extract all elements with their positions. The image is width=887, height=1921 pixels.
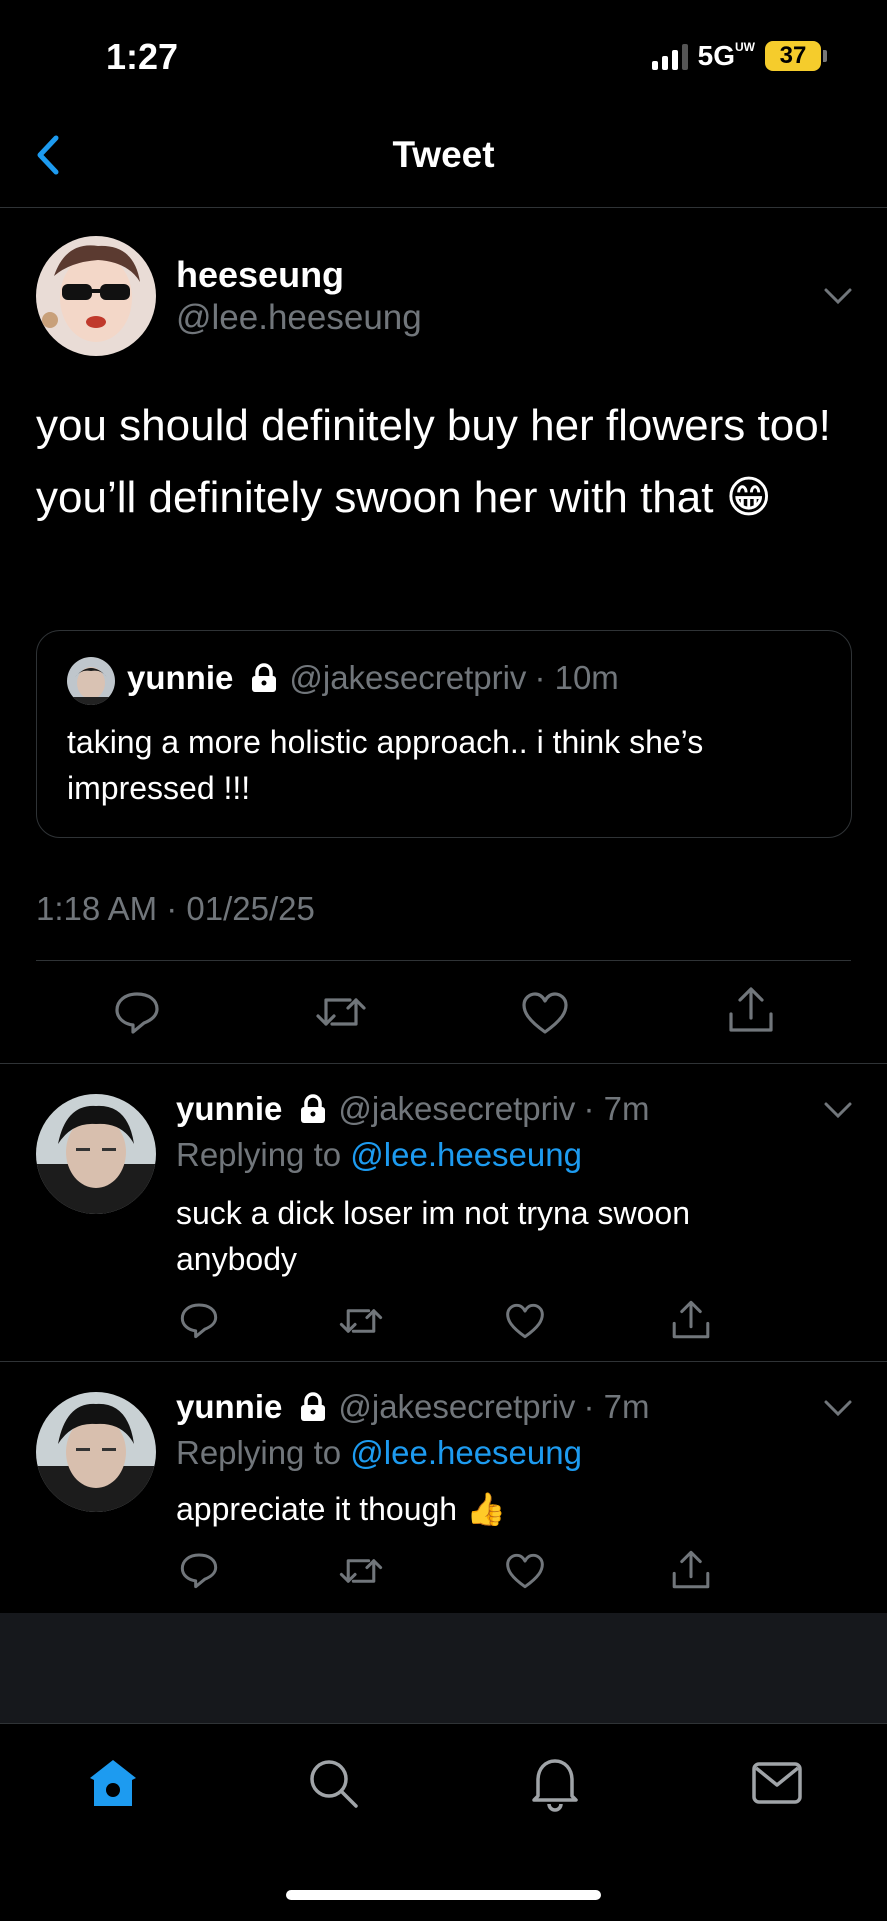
retweet-button[interactable] [338,1302,384,1345]
reply-author-handle[interactable]: @jakesecretpriv [338,1388,575,1426]
retweet-icon [316,998,366,1026]
avatar [67,657,115,705]
reply-time: · 7m [583,1388,650,1425]
reply-divider [0,1361,887,1362]
heart-icon [506,1303,544,1339]
chevron-down-icon [824,1102,852,1119]
battery-level: 37 [765,41,821,71]
share-button[interactable] [670,1548,712,1597]
share-button[interactable] [670,1298,712,1347]
signal-icon [651,42,688,70]
reply-button[interactable] [178,1550,220,1595]
avatar[interactable] [36,236,156,356]
tweet-timestamp: 1:18 AM · 01/25/25 [36,890,315,927]
quoted-text: taking a more holistic approach.. i thin… [67,724,704,806]
heart-icon [522,992,568,1034]
mail-icon [752,1762,802,1804]
reply-header: yunnie @jakesecretpriv · 7m [176,1090,649,1128]
author-handle[interactable]: @lee.heeseung [176,298,422,338]
search-icon [310,1760,358,1808]
quoted-author-name: yunnie [127,659,234,696]
reply-author-name[interactable]: yunnie [176,1388,282,1426]
section-divider [0,1063,887,1064]
retweet-icon [339,1309,383,1333]
retweet-button[interactable] [338,1552,384,1595]
timestamp-divider [36,960,851,961]
quoted-tweet[interactable]: yunnie @jakesecretpriv · 10m taking a mo… [36,630,852,838]
avatar[interactable] [36,1094,156,1214]
reply-icon [180,1303,218,1339]
reply-menu-button[interactable] [822,1398,854,1423]
reply-icon [115,992,159,1034]
reply-header: yunnie @jakesecretpriv · 7m [176,1388,649,1426]
tweet-text: you should definitely buy her flowers to… [36,401,831,522]
replying-to-line: Replying to @lee.heeseung [176,1434,582,1472]
replying-to-prefix: Replying to [176,1434,342,1471]
tab-notifications[interactable] [528,1754,582,1817]
chevron-down-icon [824,288,852,305]
replying-to-link[interactable]: @lee.heeseung [350,1136,582,1173]
reply-text: appreciate it though 👍 [176,1491,506,1527]
retweet-button[interactable] [314,990,368,1039]
tab-messages[interactable] [750,1758,804,1813]
reply-icon [180,1553,218,1589]
share-button[interactable] [726,984,776,1041]
status-time: 1:27 [106,36,179,77]
status-indicators: 5GUW 37 [651,40,827,72]
battery-icon: 37 [765,41,827,71]
lock-icon [301,1094,326,1123]
reply-text: suck a dick loser im not tryna swoon any… [176,1195,690,1277]
lock-icon [301,1392,326,1421]
replying-to-link[interactable]: @lee.heeseung [350,1434,582,1471]
reply-author-handle[interactable]: @jakesecretpriv [338,1090,575,1128]
network-label: 5GUW [697,40,755,71]
quoted-author-handle: @jakesecretpriv [289,659,527,696]
reply-menu-button[interactable] [822,1100,854,1125]
retweet-icon [339,1559,383,1583]
lock-icon [252,663,277,692]
header-divider [0,207,887,208]
reply-button[interactable] [112,988,162,1041]
author-name[interactable]: heeseung [176,254,344,296]
chevron-down-icon [824,1400,852,1417]
tab-search[interactable] [306,1756,360,1815]
quoted-time: · 10m [534,659,619,696]
compose-area [0,1613,887,1723]
home-icon [90,1760,136,1806]
share-icon [729,987,773,1032]
replying-to-prefix: Replying to [176,1136,342,1173]
tweet-menu-button[interactable] [822,286,854,311]
like-button[interactable] [504,1552,546,1595]
reply-author-name[interactable]: yunnie [176,1090,282,1128]
home-indicator [286,1890,601,1900]
avatar[interactable] [36,1392,156,1512]
reply-button[interactable] [178,1300,220,1345]
replying-to-line: Replying to @lee.heeseung [176,1136,582,1174]
reply-time: · 7m [583,1090,650,1127]
heart-icon [506,1553,544,1589]
share-icon [672,1300,710,1339]
bell-icon [532,1759,578,1812]
like-button[interactable] [504,1302,546,1345]
like-button[interactable] [520,990,570,1041]
share-icon [672,1550,710,1589]
tab-home[interactable] [86,1756,140,1815]
page-title: Tweet [392,134,495,175]
